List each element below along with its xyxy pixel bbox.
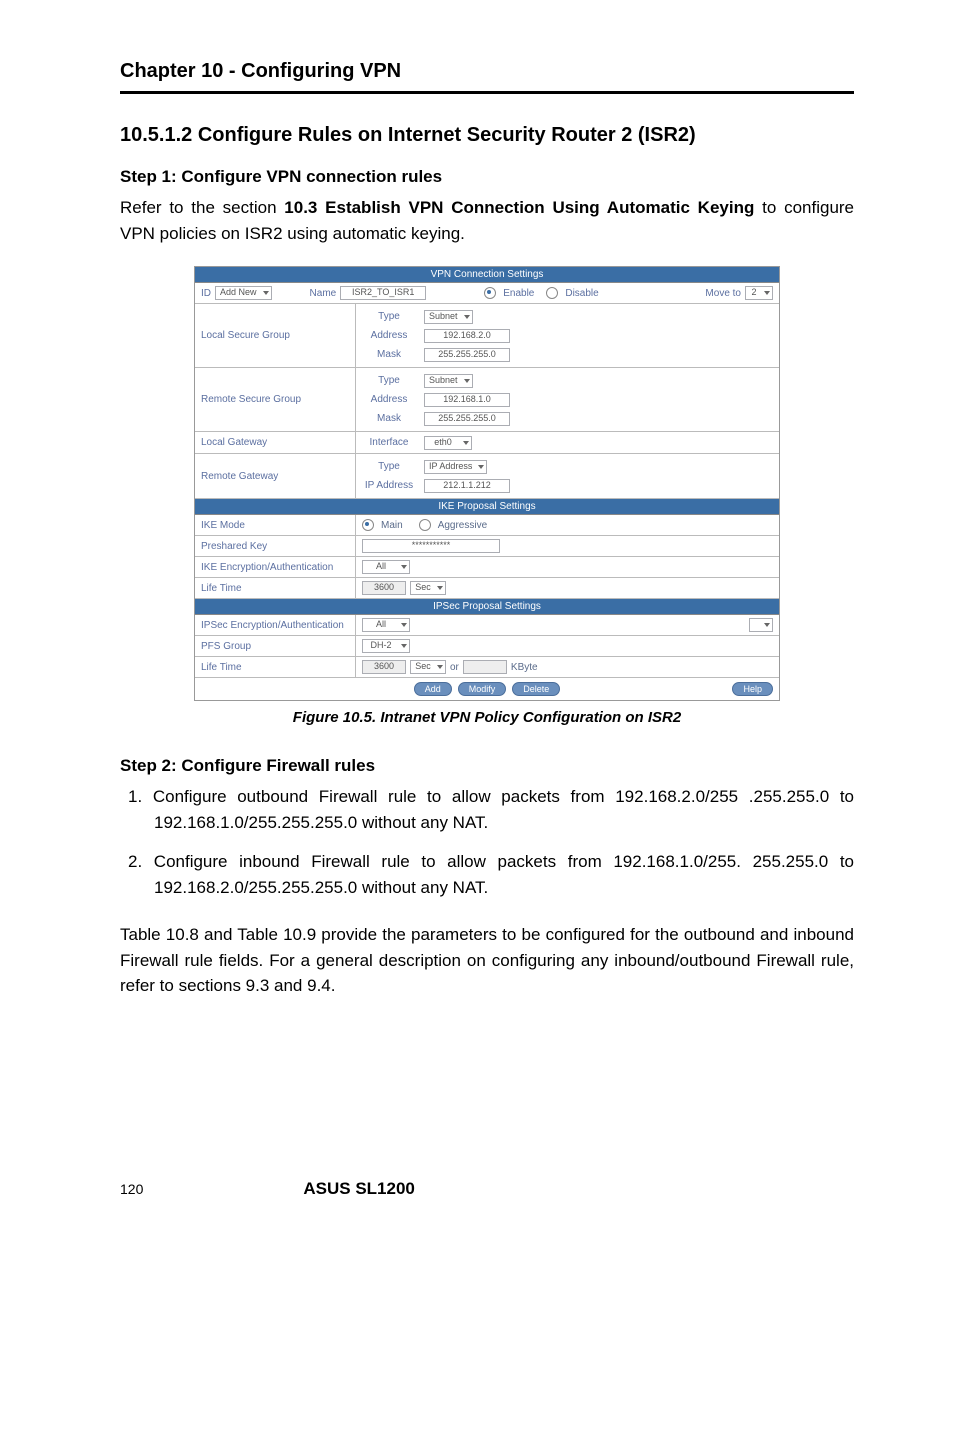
rsg-addr-input[interactable]: 192.168.1.0 [424,393,510,407]
label-ike-encauth: IKE Encryption/Authentication [195,557,356,577]
enable-radio[interactable] [484,287,496,299]
step1-paragraph: Refer to the section 10.3 Establish VPN … [120,195,854,246]
label-pfs-group: PFS Group [195,636,356,656]
rgw-ip-label: IP Address [362,480,416,491]
disable-label: Disable [565,288,598,299]
row-local-gateway: Local Gateway Interface eth0 [195,432,779,454]
list-item: 1. Configure outbound Firewall rule to a… [128,784,854,835]
step1-pre: Refer to the section [120,198,284,217]
rsg-type-select[interactable]: Subnet [424,374,473,388]
label-ipsec-lifetime: Life Time [195,657,356,677]
row-ipsec-lifetime: Life Time 3600 Sec or KByte [195,657,779,678]
name-label: Name [310,288,337,299]
row-ike-lifetime: Life Time 3600 Sec [195,578,779,599]
rsg-mask-label: Mask [362,413,416,424]
help-button[interactable]: Help [732,682,773,696]
footer-brand: ASUS SL1200 [303,1179,415,1199]
aggressive-radio[interactable] [419,519,431,531]
main-label: Main [381,520,403,531]
ike-encauth-select[interactable]: All [362,560,410,574]
ipsec-lifetime-unit1[interactable]: Sec [410,660,446,674]
enable-label: Enable [503,288,534,299]
lsg-type-select[interactable]: Subnet [424,310,473,324]
id-select[interactable]: Add New [215,286,272,300]
label-remote-secure-group: Remote Secure Group [195,368,356,431]
step2-list: 1. Configure outbound Firewall rule to a… [120,784,854,900]
aggressive-label: Aggressive [438,520,487,531]
rgw-type-label: Type [362,461,416,472]
button-row: Add Modify Delete Help [195,678,779,700]
row-pfs-group: PFS Group DH-2 [195,636,779,657]
row-id-name: ID Add New Name ISR2_TO_ISR1 Enable Disa… [195,283,779,304]
moveto-label: Move to [705,288,741,299]
label-remote-gateway: Remote Gateway [195,454,356,498]
delete-button[interactable]: Delete [512,682,560,696]
page-footer: 120 ASUS SL1200 [120,1179,854,1199]
kbyte-label: KByte [511,662,538,673]
name-input[interactable]: ISR2_TO_ISR1 [340,286,426,300]
step1-heading: Step 1: Configure VPN connection rules [120,167,854,187]
page-number: 120 [120,1181,143,1197]
step1-bold: 10.3 Establish VPN Connection Using Auto… [284,198,754,217]
preshared-input[interactable]: *********** [362,539,500,553]
pfs-group-select[interactable]: DH-2 [362,639,410,653]
step2-heading: Step 2: Configure Firewall rules [120,756,854,776]
closing-paragraph: Table 10.8 and Table 10.9 provide the pa… [120,922,854,999]
ipsec-extra-select[interactable] [749,618,773,632]
row-local-secure-group: Local Secure Group Type Subnet Address 192… [195,304,779,368]
rgw-type-select[interactable]: IP Address [424,460,487,474]
band-vpn-connection: VPN Connection Settings [195,267,779,283]
add-button[interactable]: Add [414,682,452,696]
divider [120,91,854,94]
lsg-mask-input[interactable]: 255.255.255.0 [424,348,510,362]
rsg-type-label: Type [362,375,416,386]
ipsec-lifetime-input2[interactable] [463,660,507,674]
or-label: or [450,662,459,673]
list-item: 2. Configure inbound Firewall rule to al… [128,849,854,900]
label-local-secure-group: Local Secure Group [195,304,356,367]
ike-lifetime-input[interactable]: 3600 [362,581,406,595]
row-ipsec-encauth: IPSec Encryption/Authentication All [195,615,779,636]
ipsec-encauth-select[interactable]: All [362,618,410,632]
moveto-select[interactable]: 2 [745,286,773,300]
rsg-addr-label: Address [362,394,416,405]
lgw-interface-select[interactable]: eth0 [424,436,472,450]
section-heading: 10.5.1.2 Configure Rules on Internet Sec… [120,124,854,147]
disable-radio[interactable] [546,287,558,299]
id-label: ID [201,288,211,299]
main-radio[interactable] [362,519,374,531]
chapter-title: Chapter 10 - Configuring VPN [120,60,854,83]
label-ipsec-encauth: IPSec Encryption/Authentication [195,615,356,635]
label-local-gateway: Local Gateway [195,432,356,453]
row-ike-encauth: IKE Encryption/Authentication All [195,557,779,578]
ipsec-lifetime-input[interactable]: 3600 [362,660,406,674]
lsg-addr-input[interactable]: 192.168.2.0 [424,329,510,343]
modify-button[interactable]: Modify [458,682,507,696]
lgw-interface-label: Interface [362,437,416,448]
label-ike-lifetime: Life Time [195,578,356,598]
label-preshared: Preshared Key [195,536,356,556]
row-remote-gateway: Remote Gateway Type IP Address IP Address… [195,454,779,499]
band-ike-proposal: IKE Proposal Settings [195,499,779,515]
label-ike-mode: IKE Mode [195,515,356,535]
rgw-ip-input[interactable]: 212.1.1.212 [424,479,510,493]
band-ipsec-proposal: IPSec Proposal Settings [195,599,779,615]
row-preshared-key: Preshared Key *********** [195,536,779,557]
ike-lifetime-unit[interactable]: Sec [410,581,446,595]
lsg-mask-label: Mask [362,349,416,360]
lsg-type-label: Type [362,311,416,322]
rsg-mask-input[interactable]: 255.255.255.0 [424,412,510,426]
lsg-addr-label: Address [362,330,416,341]
row-remote-secure-group: Remote Secure Group Type Subnet Address 19… [195,368,779,432]
vpn-config-panel: VPN Connection Settings ID Add New Name … [194,266,780,701]
row-ike-mode: IKE Mode Main Aggressive [195,515,779,536]
figure-caption: Figure 10.5. Intranet VPN Policy Configu… [120,709,854,726]
